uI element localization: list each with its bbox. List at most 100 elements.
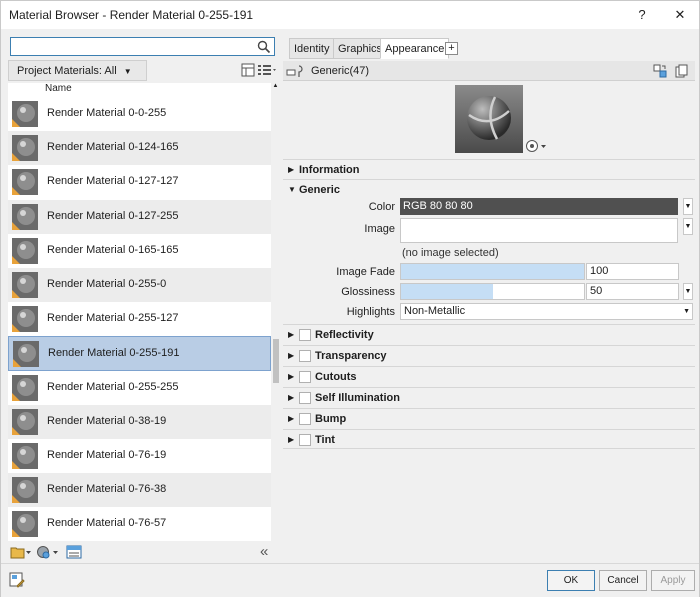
show-hide-library-icon[interactable] bbox=[241, 63, 255, 77]
edit-material-icon[interactable] bbox=[9, 572, 25, 588]
material-thumbnail-icon bbox=[12, 442, 38, 469]
chevron-down-icon: ▼ bbox=[123, 67, 132, 76]
highlights-dropdown[interactable]: Non-Metallic ▼ bbox=[400, 303, 693, 320]
preview-options-icon[interactable] bbox=[525, 139, 549, 153]
material-list-item-label: Render Material 0-255-127 bbox=[47, 312, 179, 325]
self-illumination-checkbox[interactable] bbox=[299, 392, 311, 404]
help-button[interactable]: ? bbox=[625, 1, 659, 29]
search-input[interactable] bbox=[10, 37, 275, 56]
section-generic[interactable]: ▼ Generic bbox=[283, 179, 695, 199]
material-list-item[interactable]: Render Material 0-255-255 bbox=[8, 371, 271, 405]
tab-appearance[interactable]: Appearance bbox=[380, 38, 450, 59]
project-materials-dropdown[interactable]: Project Materials: All ▼ bbox=[8, 60, 147, 81]
material-thumbnail-icon bbox=[12, 477, 38, 504]
list-column-header[interactable]: Name bbox=[8, 83, 271, 97]
section-reflectivity-label: Reflectivity bbox=[315, 329, 374, 341]
section-bump[interactable]: ▶ Bump bbox=[283, 408, 695, 428]
color-swatch-field[interactable]: RGB 80 80 80 bbox=[400, 198, 678, 215]
expand-triangle-icon: ▶ bbox=[288, 393, 295, 402]
glossiness-slider[interactable] bbox=[400, 283, 585, 300]
title-bar: Material Browser - Render Material 0-255… bbox=[1, 1, 699, 29]
expand-triangle-icon: ▶ bbox=[288, 165, 295, 174]
image-label: Image bbox=[364, 223, 395, 235]
material-list-item-label: Render Material 0-255-0 bbox=[47, 277, 167, 290]
asset-link-icon bbox=[286, 65, 303, 77]
reflectivity-checkbox[interactable] bbox=[299, 329, 311, 341]
material-browser-window: Material Browser - Render Material 0-255… bbox=[0, 0, 700, 597]
view-list-icon[interactable] bbox=[257, 63, 277, 77]
cancel-button[interactable]: Cancel bbox=[599, 570, 647, 591]
material-editor-pane: Identity Graphics Appearance + Generic(4… bbox=[283, 35, 695, 563]
material-preview-sphere bbox=[455, 85, 523, 153]
section-information-label: Information bbox=[299, 164, 360, 176]
library-toolbar: « bbox=[8, 543, 279, 563]
bump-checkbox[interactable] bbox=[299, 413, 311, 425]
section-self-illumination[interactable]: ▶ Self Illumination bbox=[283, 387, 695, 407]
image-fade-slider-fill bbox=[401, 264, 584, 279]
search-text[interactable] bbox=[13, 39, 253, 54]
material-list-item[interactable]: Render Material 0-76-57 bbox=[8, 507, 271, 541]
chevron-down-icon: ▼ bbox=[683, 308, 690, 315]
cutouts-checkbox[interactable] bbox=[299, 371, 311, 383]
material-list-item[interactable]: Render Material 0-76-19 bbox=[8, 439, 271, 473]
material-list-item[interactable]: Render Material 0-255-0 bbox=[8, 267, 271, 303]
material-list-item[interactable]: Render Material 0-255-127 bbox=[8, 302, 271, 336]
section-transparency[interactable]: ▶ Transparency bbox=[283, 345, 695, 365]
material-thumbnail-icon bbox=[13, 341, 39, 368]
material-list-item[interactable]: Render Material 0-0-255 bbox=[8, 97, 271, 131]
image-field[interactable] bbox=[400, 218, 678, 243]
material-list-item[interactable]: Render Material 0-38-19 bbox=[8, 404, 271, 439]
open-library-icon[interactable] bbox=[10, 545, 32, 559]
transparency-checkbox[interactable] bbox=[299, 350, 311, 362]
section-tint[interactable]: ▶ Tint bbox=[283, 429, 695, 449]
project-materials-label: Project Materials: All bbox=[17, 65, 117, 77]
section-information[interactable]: ▶ Information bbox=[283, 159, 695, 179]
material-list-item[interactable]: Render Material 0-76-38 bbox=[8, 473, 271, 508]
create-material-icon[interactable] bbox=[36, 545, 60, 559]
close-button[interactable]: ✕ bbox=[663, 1, 697, 29]
image-fade-label: Image Fade bbox=[336, 266, 395, 278]
add-tab-button[interactable]: + bbox=[445, 42, 458, 55]
image-options-dropdown[interactable]: ▼ bbox=[683, 218, 693, 235]
material-list-item-label: Render Material 0-255-255 bbox=[47, 380, 179, 393]
material-list-item[interactable]: Render Material 0-127-255 bbox=[8, 199, 271, 234]
material-list-item[interactable]: Render Material 0-127-127 bbox=[8, 165, 271, 199]
tab-identity[interactable]: Identity bbox=[289, 38, 335, 59]
replace-asset-icon[interactable] bbox=[653, 64, 667, 78]
material-list-item[interactable]: Render Material 0-165-165 bbox=[8, 234, 271, 268]
scroll-thumb[interactable] bbox=[273, 339, 279, 383]
apply-button[interactable]: Apply bbox=[651, 570, 695, 591]
dialog-footer: OK Cancel Apply bbox=[1, 563, 699, 597]
material-list-item[interactable]: Render Material 0-255-191 bbox=[8, 336, 271, 371]
color-options-dropdown[interactable]: ▼ bbox=[683, 198, 693, 215]
glossiness-options-dropdown[interactable]: ▼ bbox=[683, 283, 693, 300]
material-list-item-label: Render Material 0-0-255 bbox=[47, 107, 167, 119]
tint-checkbox[interactable] bbox=[299, 434, 311, 446]
list-scrollbar[interactable]: ▲ bbox=[272, 83, 279, 541]
material-list: Render Material 0-0-255 Render Material 0… bbox=[8, 97, 271, 541]
material-thumbnail-icon bbox=[12, 169, 38, 196]
expand-triangle-icon: ▶ bbox=[288, 414, 295, 423]
glossiness-value[interactable]: 50 bbox=[586, 283, 679, 300]
duplicate-asset-icon[interactable] bbox=[675, 64, 689, 78]
scroll-up-icon[interactable]: ▲ bbox=[272, 83, 279, 91]
section-cutouts[interactable]: ▶ Cutouts bbox=[283, 366, 695, 386]
color-label: Color bbox=[368, 201, 395, 213]
material-preview-area bbox=[283, 81, 695, 159]
section-reflectivity[interactable]: ▶ Reflectivity bbox=[283, 324, 695, 344]
collapse-triangle-icon: ▼ bbox=[288, 185, 296, 194]
collapse-panel-button[interactable]: « bbox=[260, 543, 268, 560]
image-fade-slider[interactable] bbox=[400, 263, 585, 280]
material-list-item-label: Render Material 0-76-38 bbox=[47, 483, 167, 496]
search-icon[interactable] bbox=[257, 40, 271, 54]
asset-editor-icon[interactable] bbox=[66, 545, 82, 559]
material-list-item[interactable]: Render Material 0-124-165 bbox=[8, 131, 271, 166]
image-fade-value[interactable]: 100 bbox=[586, 263, 679, 280]
ok-button[interactable]: OK bbox=[547, 570, 595, 591]
section-bump-label: Bump bbox=[315, 413, 347, 425]
material-thumbnail-icon bbox=[12, 374, 38, 401]
material-list-pane: Project Materials: All ▼ Name Render Mat… bbox=[8, 35, 279, 563]
material-list-item-label: Render Material 0-165-165 bbox=[47, 243, 179, 256]
window-title: Material Browser - Render Material 0-255… bbox=[9, 8, 254, 22]
tab-graphics[interactable]: Graphics bbox=[333, 38, 388, 59]
